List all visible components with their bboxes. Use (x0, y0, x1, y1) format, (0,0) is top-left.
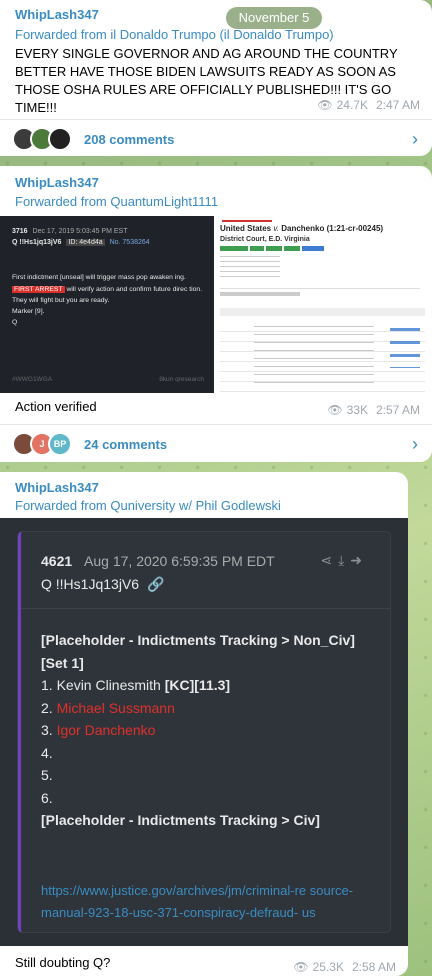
message-meta: 👁 24.7K 2:47 AM (317, 98, 420, 112)
list-item: 3. (41, 722, 57, 738)
forward-icon[interactable]: ➜ (350, 552, 368, 568)
drop-date: Aug 17, 2020 6:59:35 PM EDT (84, 553, 275, 569)
message-time: 2:57 AM (375, 403, 420, 417)
tracking-heading-2: [Placeholder - Indictments Tracking > Ci… (41, 812, 320, 828)
post-number: 3716 (12, 228, 28, 235)
court-docket-screenshot: United States v. Danchenko (1:21-cr-0024… (214, 216, 432, 393)
drop-number: 4621 (41, 553, 73, 569)
tripcode: Q !!Hs1Jq13jV6 (41, 576, 140, 592)
avatar (48, 127, 72, 151)
q-post-screenshot: 3716 Dec 17, 2019 5:03:45 PM EST Q !!Hs1… (0, 216, 214, 393)
view-count: 33K (346, 403, 368, 417)
view-count: 24.7K (336, 98, 368, 112)
forwarded-from[interactable]: Forwarded from QuantumLight1111 (15, 194, 218, 209)
message-meta: 👁 25.3K 2:58 AM (293, 960, 396, 974)
source-label: 8kun qresearch (159, 376, 204, 383)
chevron-right-icon[interactable]: › (412, 129, 418, 150)
q-line: Marker [9]. (12, 308, 45, 315)
comments-button[interactable]: 208 comments › (0, 120, 432, 158)
message-time: 2:47 AM (375, 98, 420, 112)
post-id: ID: 4e4d4a (66, 239, 105, 246)
hashtag: #WWG1WGA (12, 376, 53, 383)
views-icon: 👁 (327, 403, 343, 417)
comments-count[interactable]: 24 comments (84, 437, 167, 452)
message-caption: Still doubting Q? (15, 955, 111, 970)
commenter-avatars (12, 127, 72, 151)
q-line: will verify action and confirm future di… (66, 286, 203, 293)
q-line: They will fight but you are ready. (12, 297, 110, 304)
link-icon[interactable]: 🔗 (147, 576, 164, 592)
list-item: 1. Kevin Clinesmith (41, 677, 165, 693)
post-date: Dec 17, 2019 5:03:45 PM EST (32, 228, 128, 235)
name-danchenko: Igor Danchenko (56, 722, 156, 738)
q-line: Q (12, 319, 18, 326)
sender-name[interactable]: WhipLash347 (15, 480, 99, 495)
case-title-v: v. (273, 224, 279, 233)
message-time: 2:58 AM (351, 960, 396, 974)
list-item: 4. (41, 744, 53, 761)
share-icon[interactable]: ⋖ (320, 552, 338, 568)
commenter-avatars: J BP (12, 432, 72, 456)
comments-count[interactable]: 208 comments (84, 132, 174, 147)
list-item: 5. (41, 767, 53, 783)
sender-name[interactable]: WhipLash347 (15, 7, 99, 22)
post-no: No. 7538264 (109, 239, 150, 246)
download-icon[interactable]: ⤓ (338, 552, 350, 568)
post-image[interactable]: 3716 Dec 17, 2019 5:03:45 PM EST Q !!Hs1… (0, 216, 432, 393)
views-icon: 👁 (293, 960, 309, 974)
comments-button[interactable]: J BP 24 comments › (0, 425, 432, 463)
q-drop-card: 4621 Aug 17, 2020 6:59:35 PM EDT ⋖⤓➜ Q !… (18, 532, 390, 932)
court-name: District Court, E.D. Virginia (220, 236, 310, 243)
date-pill: November 5 (226, 7, 322, 29)
list-item: 6. (41, 789, 53, 806)
set-label: [Set 1] (41, 654, 84, 671)
message-1[interactable]: WhipLash347 Forwarded from il Donaldo Tr… (0, 0, 432, 156)
forwarded-from[interactable]: Forwarded from Quniversity w/ Phil Godle… (15, 498, 281, 513)
message-caption: Action verified (15, 399, 97, 414)
case-title-rest: Danchenko (1:21-cr-00245) (281, 224, 384, 233)
chevron-right-icon[interactable]: › (412, 434, 418, 455)
list-item-tag: [KC][11.3] (164, 677, 231, 693)
forwarded-from[interactable]: Forwarded from il Donaldo Trumpo (il Don… (15, 27, 334, 42)
name-sussmann: Michael Sussmann (56, 699, 175, 716)
tripcode: Q !!Hs1jq13jV6 (12, 239, 62, 246)
list-item: 2. (41, 699, 57, 716)
avatar: BP (48, 432, 72, 456)
first-arrest-label: FIRST ARREST (12, 286, 65, 293)
case-title-prefix: United States (220, 224, 272, 233)
post-image[interactable]: 4621 Aug 17, 2020 6:59:35 PM EDT ⋖⤓➜ Q !… (0, 518, 408, 946)
q-line: First indictment [unseal] will trigger m… (12, 274, 186, 281)
source-link[interactable]: https://www.justice.gov/archives/jm/crim… (41, 880, 376, 924)
tracking-heading: [Placeholder - Indictments Tracking > No… (41, 632, 355, 648)
message-meta: 👁 33K 2:57 AM (327, 403, 420, 417)
view-count: 25.3K (312, 960, 344, 974)
views-icon: 👁 (317, 98, 333, 112)
sender-name[interactable]: WhipLash347 (15, 175, 99, 190)
